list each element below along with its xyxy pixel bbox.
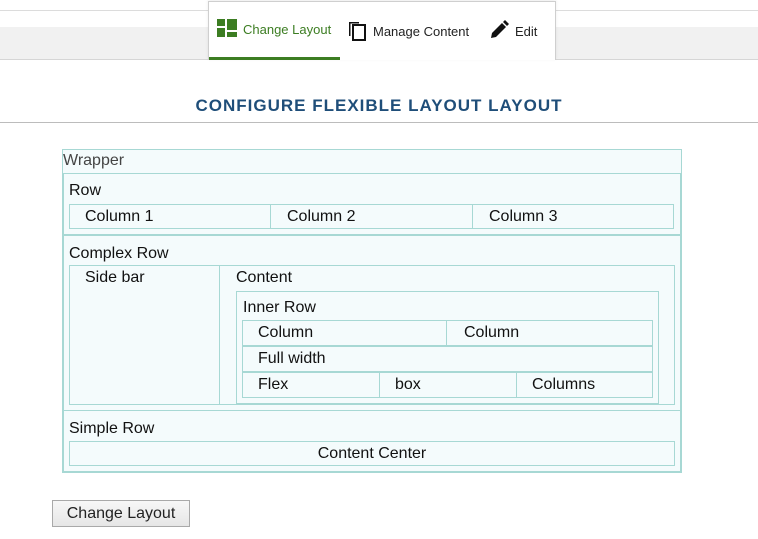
page-title: CONFIGURE FLEXIBLE LAYOUT LAYOUT: [195, 96, 563, 115]
inner-row-column-2[interactable]: Column: [446, 320, 653, 346]
row-column-1[interactable]: Column 1: [69, 204, 271, 229]
content-label: Content: [236, 269, 293, 286]
layout-toolbar: Change Layout Manage Content Edit: [208, 1, 556, 60]
inner-column-2-label: Column: [464, 324, 520, 341]
complex-row-label: Complex Row: [69, 245, 169, 262]
row-column-3[interactable]: Column 3: [472, 204, 674, 229]
simple-row-content-center[interactable]: Content Center: [69, 441, 675, 466]
change-layout-button[interactable]: Change Layout: [52, 500, 190, 527]
tab-manage-content[interactable]: Manage Content: [347, 2, 475, 60]
flex-cell-1[interactable]: Flex: [242, 372, 380, 398]
layout-grid-icon: [217, 19, 237, 40]
wrapper-label: Wrapper: [63, 152, 125, 169]
inner-column-1-label: Column: [258, 324, 314, 341]
tab-edit[interactable]: Edit: [489, 2, 555, 60]
row-column-3-label: Column 3: [489, 208, 558, 225]
row-column-2-label: Column 2: [287, 208, 356, 225]
simple-row-label: Simple Row: [69, 420, 155, 437]
row-label: Row: [69, 182, 102, 199]
flex-cell-3-label: Columns: [532, 376, 596, 393]
tab-manage-content-label: Manage Content: [373, 23, 470, 39]
full-width-label: Full width: [258, 350, 326, 367]
tab-edit-label: Edit: [515, 23, 538, 39]
inner-row-column-1[interactable]: Column: [242, 320, 447, 346]
flex-cell-2-label: box: [395, 376, 421, 393]
content-center-label: Content Center: [317, 445, 427, 462]
flex-cell-3[interactable]: Columns: [516, 372, 653, 398]
complex-row-sidebar[interactable]: Side bar: [69, 265, 221, 405]
inner-row-label: Inner Row: [243, 299, 316, 316]
sidebar-label: Side bar: [85, 269, 145, 286]
tab-change-layout-label: Change Layout: [243, 22, 332, 37]
pencil-icon: [489, 19, 509, 43]
title-divider: [0, 122, 758, 123]
row-column-1-label: Column 1: [85, 208, 154, 225]
copy-pages-icon: [347, 19, 367, 44]
tab-change-layout[interactable]: Change Layout: [209, 2, 340, 60]
flex-cell-2[interactable]: box: [379, 372, 517, 398]
row-column-2[interactable]: Column 2: [270, 204, 473, 229]
flex-cell-1-label: Flex: [258, 376, 289, 393]
inner-row-full-width[interactable]: Full width: [242, 346, 653, 372]
